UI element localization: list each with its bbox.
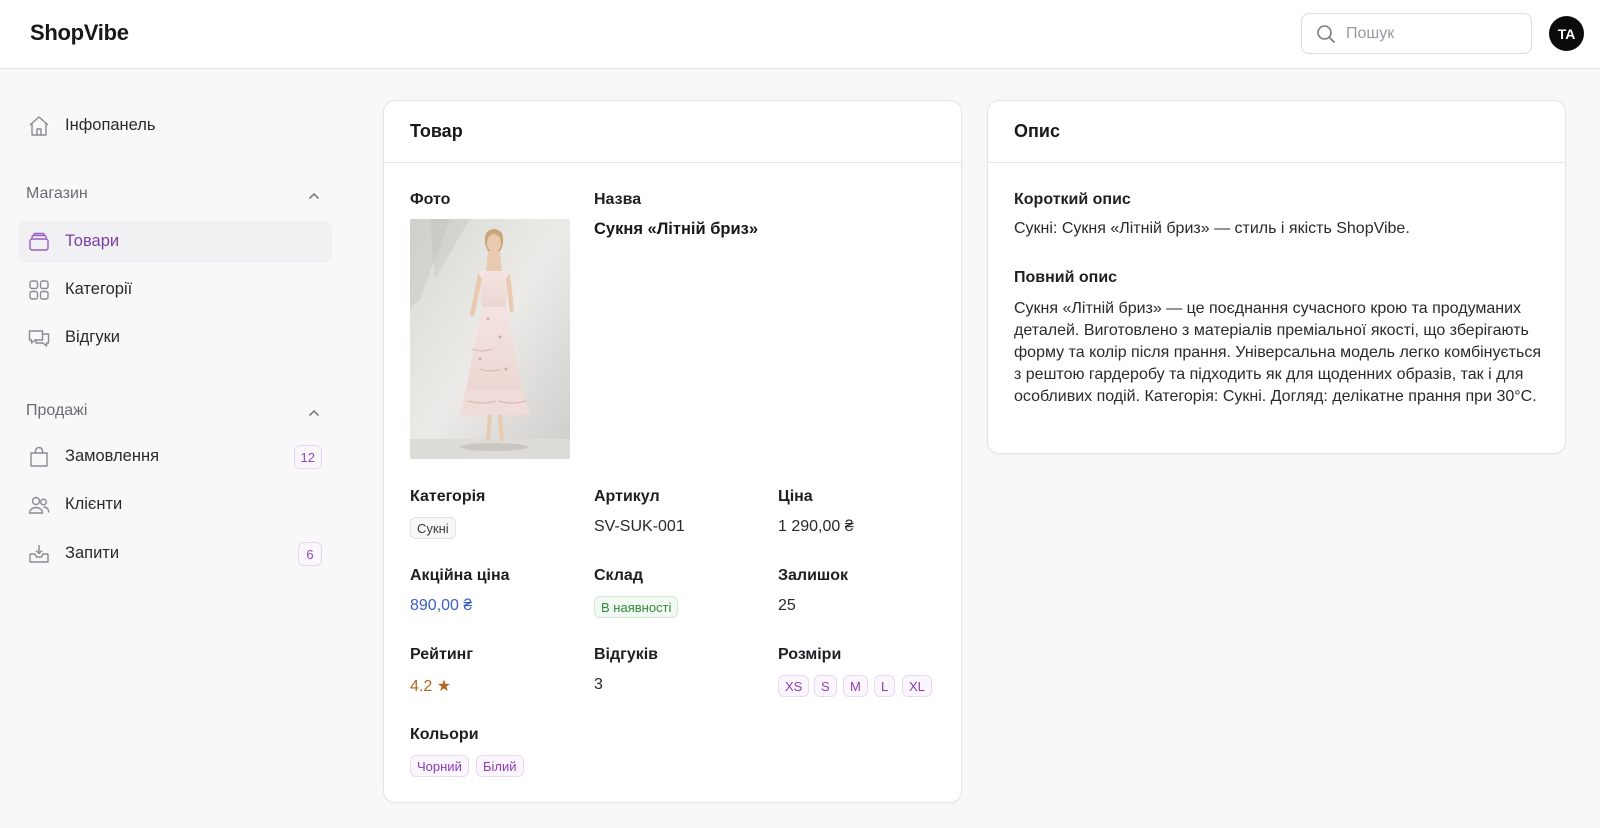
sku-value: SV-SUK-001: [594, 518, 685, 535]
search-icon: [1317, 25, 1335, 43]
user-avatar[interactable]: TA: [1549, 16, 1584, 51]
sidebar-item-label: Замовлення: [65, 447, 160, 465]
sidebar-section-shop[interactable]: Магазин: [26, 185, 321, 209]
users-icon: [28, 496, 50, 514]
sidebar-item-label: Відгуки: [65, 328, 121, 346]
chevron-up-icon[interactable]: [307, 189, 321, 203]
dress-photo-image: [410, 219, 570, 459]
sale-price-value: 890,00 ₴: [410, 597, 473, 614]
product-card-title: Товар: [410, 121, 463, 141]
product-card: Товар Фото Назва Сукня «Літній бриз» Кат…: [383, 100, 962, 803]
remaining-label: Залишок: [778, 567, 849, 584]
description-card: Опис Короткий опис Сукні: Сукня «Літній …: [987, 100, 1566, 454]
app-logo[interactable]: ShopVibe: [30, 20, 129, 46]
description-card-title: Опис: [1014, 121, 1060, 141]
section-label: Магазин: [26, 185, 88, 202]
sku-label: Артикул: [594, 488, 660, 505]
product-photo[interactable]: [410, 219, 570, 459]
size-chip-l[interactable]: L: [874, 675, 896, 697]
category-chip[interactable]: Сукні: [410, 517, 456, 539]
rating-label: Рейтинг: [410, 646, 474, 663]
color-chip-white[interactable]: Білий: [476, 755, 524, 777]
size-chip-m[interactable]: M: [843, 675, 868, 697]
search-box[interactable]: [1301, 13, 1532, 54]
category-label: Категорія: [410, 488, 486, 505]
sidebar: Інфопанель Магазин Товари Категорії Відг…: [0, 69, 345, 828]
short-description-text: Сукні: Сукня «Літній бриз» — стиль і які…: [1014, 220, 1410, 237]
price-label: Ціна: [778, 488, 813, 505]
rating-value: 4.2 ★: [410, 678, 452, 695]
chat-icon: [28, 330, 50, 347]
short-description-label: Короткий опис: [1014, 191, 1131, 208]
full-description-label: Повний опис: [1014, 269, 1118, 286]
reviews-count-label: Відгуків: [594, 646, 659, 663]
sidebar-item-products[interactable]: Товари: [18, 221, 332, 263]
price-value: 1 290,00 ₴: [778, 518, 854, 535]
sidebar-item-reviews[interactable]: Відгуки: [18, 317, 332, 359]
product-name: Сукня «Літній бриз»: [594, 220, 759, 238]
orders-count-badge: 12: [293, 445, 322, 469]
shopping-bag-icon: [30, 446, 48, 467]
sidebar-item-customers[interactable]: Клієнти: [18, 484, 332, 526]
chevron-up-icon[interactable]: [307, 406, 321, 420]
inbox-icon: [29, 545, 49, 563]
sidebar-item-orders[interactable]: Замовлення 12: [18, 436, 332, 478]
colors-label: Кольори: [410, 726, 479, 743]
search-input[interactable]: [1346, 22, 1521, 46]
full-description-text: Сукня «Літній бриз» — це поєднання сучас…: [1014, 300, 1541, 405]
size-chip-xl[interactable]: XL: [902, 675, 932, 697]
divider: [988, 162, 1565, 163]
stack-icon: [29, 232, 49, 251]
section-label: Продажі: [26, 402, 88, 419]
stock-label: Склад: [594, 567, 643, 584]
sizes-label: Розміри: [778, 646, 842, 663]
sidebar-item-label: Клієнти: [65, 495, 123, 513]
sidebar-item-dashboard[interactable]: Інфопанель: [18, 105, 332, 147]
sidebar-item-label: Товари: [65, 232, 120, 250]
remaining-value: 25: [778, 597, 796, 614]
stock-status-badge: В наявності: [594, 596, 679, 618]
sidebar-item-requests[interactable]: Запити 6: [18, 533, 332, 575]
sale-price-label: Акційна ціна: [410, 567, 510, 584]
grid-icon: [29, 280, 49, 300]
size-chip-xs[interactable]: XS: [778, 675, 810, 697]
size-chip-s[interactable]: S: [814, 675, 837, 697]
color-chip-black[interactable]: Чорний: [410, 755, 469, 777]
requests-count-badge: 6: [298, 542, 322, 566]
photo-label: Фото: [410, 191, 451, 208]
top-bar: ShopVibe TA: [0, 0, 1600, 69]
reviews-count-value: 3: [594, 676, 603, 693]
name-label: Назва: [594, 191, 642, 208]
sidebar-item-categories[interactable]: Категорії: [18, 269, 332, 311]
sidebar-item-label: Запити: [65, 544, 120, 562]
sidebar-item-label: Категорії: [65, 280, 133, 298]
sidebar-item-label: Інфопанель: [65, 116, 156, 134]
sidebar-section-sales[interactable]: Продажі: [26, 402, 321, 426]
home-icon: [29, 116, 49, 136]
divider: [384, 162, 961, 163]
